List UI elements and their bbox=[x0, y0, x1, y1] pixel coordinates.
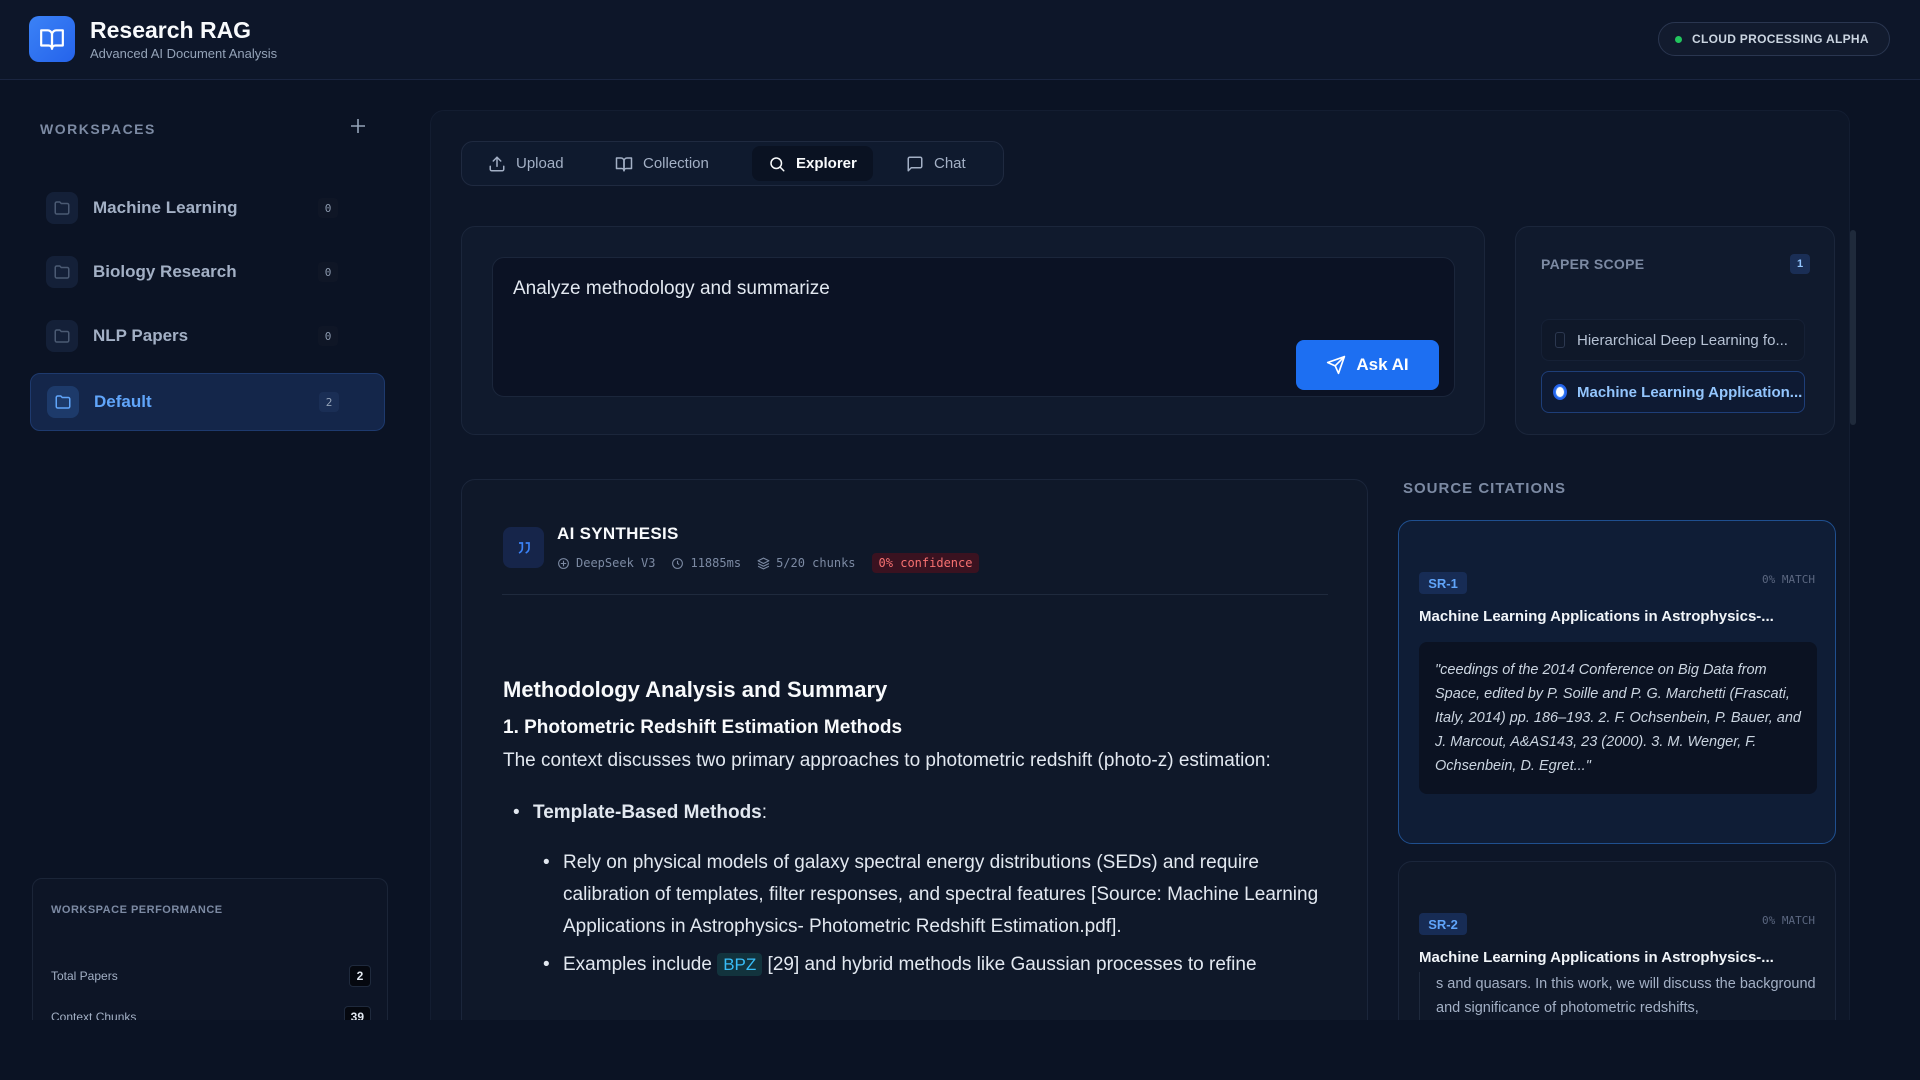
tab-explorer[interactable]: Explorer bbox=[752, 146, 873, 181]
tab-label: Upload bbox=[516, 155, 564, 172]
citation-tag: SR-2 bbox=[1419, 913, 1467, 935]
sub-bullet-suffix: [29] and hybrid methods like Gaussian pr… bbox=[767, 954, 1257, 975]
send-icon bbox=[1327, 355, 1346, 375]
chunks-meta: 5/20 chunks bbox=[757, 556, 856, 570]
upload-icon bbox=[489, 156, 505, 171]
perf-label: Total Papers bbox=[51, 969, 118, 983]
scope-item-machine-learning[interactable]: Machine Learning Application... bbox=[1541, 371, 1805, 413]
tab-label: Collection bbox=[643, 155, 709, 172]
plus-icon bbox=[351, 119, 365, 133]
checkbox-icon bbox=[1555, 332, 1565, 348]
scope-item-hierarchical[interactable]: Hierarchical Deep Learning fo... bbox=[1541, 319, 1805, 361]
scope-scrollbar[interactable] bbox=[1850, 230, 1856, 425]
workspace-item-nlp-papers[interactable]: NLP Papers 0 bbox=[30, 307, 385, 365]
citation-title: Machine Learning Applications in Astroph… bbox=[1419, 949, 1774, 966]
scope-item-label: Machine Learning Application... bbox=[1577, 383, 1803, 401]
citation-tag: SR-1 bbox=[1419, 572, 1467, 594]
workspace-count: 0 bbox=[318, 198, 338, 218]
book-icon bbox=[615, 156, 633, 171]
search-icon bbox=[770, 156, 785, 171]
performance-title: WORKSPACE PERFORMANCE bbox=[51, 904, 223, 916]
citation-title: Machine Learning Applications in Astroph… bbox=[1419, 608, 1774, 625]
folder-icon bbox=[46, 256, 78, 288]
perf-value: 2 bbox=[349, 965, 371, 987]
status-badge: CLOUD PROCESSING ALPHA bbox=[1658, 22, 1890, 56]
code-tag: BPZ bbox=[717, 953, 763, 976]
status-dot-icon bbox=[1675, 35, 1682, 43]
clock-icon bbox=[672, 557, 684, 569]
citation-quote: "ceedings of the 2014 Conference on Big … bbox=[1419, 642, 1817, 794]
workspace-item-biology-research[interactable]: Biology Research 0 bbox=[30, 243, 385, 301]
paper-scope-count: 1 bbox=[1790, 254, 1810, 274]
layers-icon bbox=[757, 557, 770, 569]
workspace-count: 0 bbox=[318, 262, 338, 282]
synthesis-intro: The context discusses two primary approa… bbox=[503, 750, 1271, 771]
folder-icon bbox=[46, 320, 78, 352]
paper-scope-title: PAPER SCOPE bbox=[1541, 256, 1645, 272]
bullet-bold: Template-Based Methods bbox=[533, 802, 762, 823]
workspace-count: 2 bbox=[319, 392, 339, 412]
workspace-label: Biology Research bbox=[93, 262, 237, 281]
app-subtitle: Advanced AI Document Analysis bbox=[90, 46, 278, 61]
synthesis-subheading: 1. Photometric Redshift Estimation Metho… bbox=[503, 717, 903, 738]
divider bbox=[502, 594, 1328, 595]
perf-row-total-papers: Total Papers 2 bbox=[51, 964, 371, 988]
workspace-item-default[interactable]: Default 2 bbox=[30, 373, 385, 431]
chat-icon bbox=[907, 156, 923, 171]
sub-bullet-examples: Examples include BPZ [29] and hybrid met… bbox=[503, 949, 1333, 981]
citation-card-sr1[interactable]: SR-1 0% MATCH Machine Learning Applicati… bbox=[1398, 520, 1836, 844]
chunks-value: 5/20 chunks bbox=[776, 556, 856, 570]
cpu-icon bbox=[558, 557, 569, 569]
paper-scope-panel: PAPER SCOPE 1 Hierarchical Deep Learning… bbox=[1515, 226, 1835, 435]
workspace-item-machine-learning[interactable]: Machine Learning 0 bbox=[30, 179, 385, 237]
citation-match: 0% MATCH bbox=[1762, 573, 1815, 586]
query-text: Analyze methodology and summarize bbox=[513, 278, 830, 299]
folder-icon bbox=[46, 192, 78, 224]
citation-card-sr2[interactable]: SR-2 0% MATCH Machine Learning Applicati… bbox=[1398, 861, 1836, 1041]
book-logo-icon bbox=[29, 16, 75, 62]
view-tabs: Upload Collection Explorer Chat bbox=[461, 141, 1004, 186]
tab-upload[interactable]: Upload bbox=[472, 146, 580, 181]
workspace-label: NLP Papers bbox=[93, 326, 189, 345]
tab-collection[interactable]: Collection bbox=[599, 146, 725, 181]
model-name: DeepSeek V3 bbox=[576, 556, 656, 570]
workspace-label: Machine Learning bbox=[93, 198, 238, 217]
app-header: Research RAG Advanced AI Document Analys… bbox=[0, 0, 1920, 80]
ask-ai-button[interactable]: Ask AI bbox=[1296, 340, 1439, 390]
synthesis-meta: DeepSeek V3 11885ms 5/20 chunks 0% confi… bbox=[557, 553, 980, 573]
folder-icon bbox=[47, 386, 79, 418]
app-title: Research RAG bbox=[90, 17, 252, 43]
bullet-suffix: : bbox=[761, 802, 768, 823]
synthesis-heading: Methodology Analysis and Summary bbox=[503, 677, 888, 702]
workspace-count: 0 bbox=[318, 326, 338, 346]
synthesis-content: Methodology Analysis and Summary 1. Phot… bbox=[503, 677, 1333, 981]
quote-icon bbox=[503, 527, 544, 568]
tab-label: Explorer bbox=[796, 155, 857, 172]
sidebar: WORKSPACES Machine Learning 0 Biology Re… bbox=[0, 81, 420, 1080]
status-label: CLOUD PROCESSING ALPHA bbox=[1692, 32, 1869, 46]
citation-match: 0% MATCH bbox=[1762, 914, 1815, 927]
workspace-label: Default bbox=[94, 392, 152, 411]
tab-label: Chat bbox=[934, 155, 966, 172]
synthesis-title: AI SYNTHESIS bbox=[557, 524, 679, 543]
workspaces-title: WORKSPACES bbox=[40, 121, 156, 137]
bullet-template-methods: Template-Based Methods: bbox=[503, 797, 1333, 829]
latency-meta: 11885ms bbox=[671, 556, 741, 570]
sub-bullet-sed: Rely on physical models of galaxy spectr… bbox=[503, 847, 1333, 943]
tab-chat[interactable]: Chat bbox=[890, 146, 982, 181]
source-citations-title: SOURCE CITATIONS bbox=[1403, 480, 1566, 497]
citation-excerpt: s and quasars. In this work, we will dis… bbox=[1419, 972, 1817, 1020]
model-meta: DeepSeek V3 bbox=[557, 556, 655, 570]
radio-selected-icon bbox=[1555, 386, 1565, 398]
bottom-area bbox=[0, 1020, 1920, 1080]
add-workspace-button[interactable] bbox=[350, 115, 366, 139]
latency-value: 11885ms bbox=[690, 556, 742, 570]
scope-item-label: Hierarchical Deep Learning fo... bbox=[1577, 331, 1788, 349]
confidence-badge: 0% confidence bbox=[871, 553, 980, 573]
ai-synthesis-card: AI SYNTHESIS DeepSeek V3 11885ms 5/20 ch… bbox=[461, 479, 1368, 1039]
ask-ai-label: Ask AI bbox=[1356, 355, 1409, 374]
sub-bullet-prefix: Examples include bbox=[563, 954, 712, 975]
